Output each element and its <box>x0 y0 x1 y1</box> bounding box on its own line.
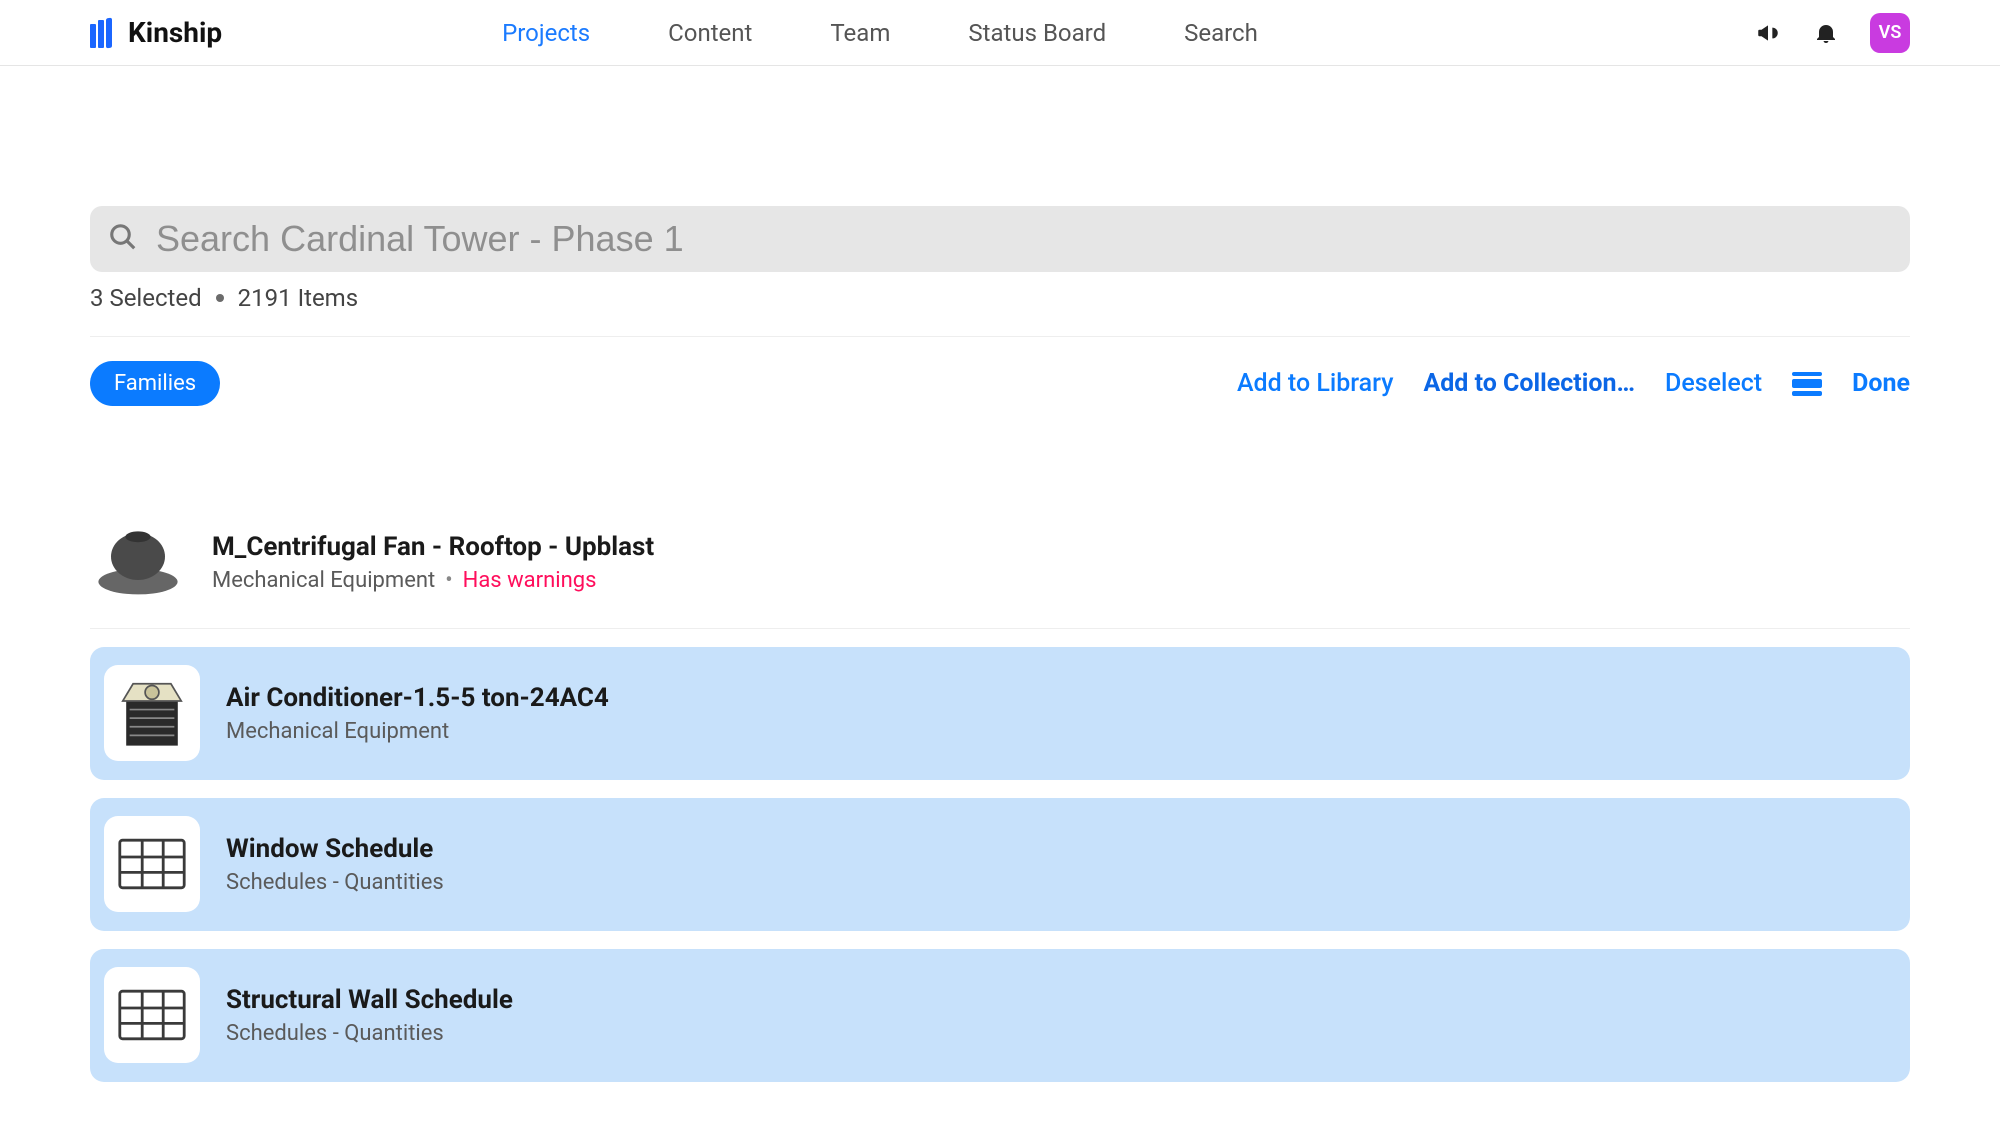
avatar[interactable]: VS <box>1870 13 1910 53</box>
nav-right: VS <box>1754 13 1910 53</box>
item-thumb-table-icon <box>104 816 200 912</box>
separator-dot-icon: • <box>445 568 452 593</box>
list-item[interactable]: Structural Wall Schedule Schedules - Qua… <box>90 949 1910 1082</box>
main: 3 Selected 2191 Items Families Add to Li… <box>0 66 2000 1140</box>
search-input[interactable] <box>90 206 1910 272</box>
status-row: 3 Selected 2191 Items <box>90 284 1910 312</box>
filter-chip-families[interactable]: Families <box>90 361 220 406</box>
item-thumb-ac-icon <box>104 665 200 761</box>
topbar: Kinship Projects Content Team Status Boa… <box>0 0 2000 66</box>
add-to-library-button[interactable]: Add to Library <box>1237 369 1394 398</box>
nav-center: Projects Content Team Status Board Searc… <box>502 19 1258 47</box>
item-title: Air Conditioner-1.5-5 ton-24AC4 <box>226 683 609 713</box>
brand-logo-icon <box>90 18 118 48</box>
item-thumb-fan-icon <box>90 514 186 610</box>
item-body: M_Centrifugal Fan - Rooftop - Upblast Me… <box>212 532 654 593</box>
list-item[interactable]: Window Schedule Schedules - Quantities <box>90 798 1910 931</box>
nav-link-team[interactable]: Team <box>830 19 890 47</box>
items-count-label: 2191 Items <box>238 284 358 312</box>
item-category: Mechanical Equipment <box>212 568 435 593</box>
item-title: M_Centrifugal Fan - Rooftop - Upblast <box>212 532 654 562</box>
nav-link-content[interactable]: Content <box>668 19 752 47</box>
brand-name: Kinship <box>128 16 222 49</box>
item-body: Air Conditioner-1.5-5 ton-24AC4 Mechanic… <box>226 683 609 744</box>
item-subtitle: Mechanical Equipment <box>226 719 609 744</box>
brand[interactable]: Kinship <box>90 16 222 49</box>
selected-count-label: 3 Selected <box>90 284 202 312</box>
search-icon <box>108 222 138 256</box>
list-item[interactable]: Air Conditioner-1.5-5 ton-24AC4 Mechanic… <box>90 647 1910 780</box>
nav-link-projects[interactable]: Projects <box>502 19 590 47</box>
announcements-icon[interactable] <box>1754 19 1782 47</box>
item-thumb-table-icon <box>104 967 200 1063</box>
item-title: Structural Wall Schedule <box>226 985 513 1015</box>
nav-link-status-board[interactable]: Status Board <box>968 19 1106 47</box>
item-category: Schedules - Quantities <box>226 1021 444 1046</box>
list-item[interactable]: M_Centrifugal Fan - Rooftop - Upblast Me… <box>90 496 1910 629</box>
nav-link-search[interactable]: Search <box>1184 19 1258 47</box>
search-wrap <box>90 206 1910 272</box>
item-subtitle: Schedules - Quantities <box>226 870 444 895</box>
item-body: Structural Wall Schedule Schedules - Qua… <box>226 985 513 1046</box>
deselect-button[interactable]: Deselect <box>1665 369 1762 398</box>
add-to-collection-button[interactable]: Add to Collection… <box>1423 369 1635 398</box>
items-list: M_Centrifugal Fan - Rooftop - Upblast Me… <box>90 496 1910 1082</box>
item-warning: Has warnings <box>463 568 597 593</box>
item-subtitle: Mechanical Equipment • Has warnings <box>212 568 654 593</box>
item-category: Mechanical Equipment <box>226 719 449 744</box>
item-category: Schedules - Quantities <box>226 870 444 895</box>
toolbar: Families Add to Library Add to Collectio… <box>90 336 1910 406</box>
view-mode-icon[interactable] <box>1792 372 1822 396</box>
separator-dot-icon <box>216 294 224 302</box>
notifications-icon[interactable] <box>1812 19 1840 47</box>
done-button[interactable]: Done <box>1852 369 1910 398</box>
item-title: Window Schedule <box>226 834 444 864</box>
item-subtitle: Schedules - Quantities <box>226 1021 513 1046</box>
item-body: Window Schedule Schedules - Quantities <box>226 834 444 895</box>
